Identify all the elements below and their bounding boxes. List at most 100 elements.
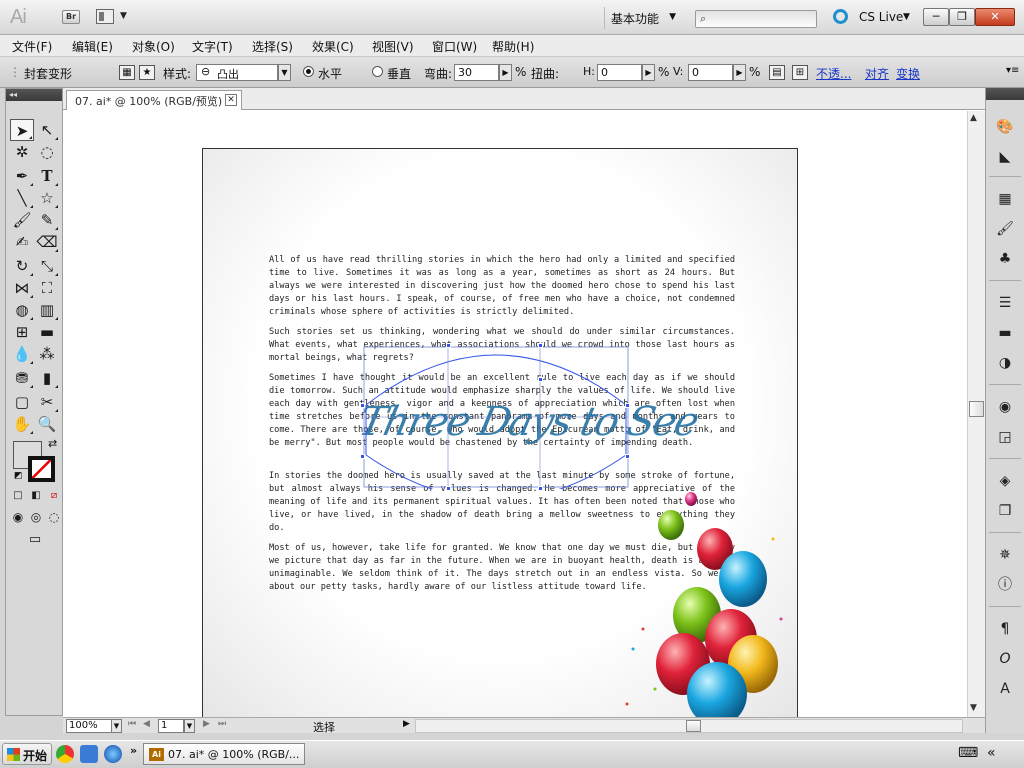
horizontal-distort-stepper[interactable]: ▶ — [642, 64, 655, 81]
screen-mode-icon[interactable]: ▭ — [22, 531, 48, 549]
artboard-tool-icon[interactable]: ▢ — [10, 391, 34, 413]
line-segment-tool-icon[interactable]: ╲ — [10, 187, 34, 209]
pencil-tool-icon[interactable]: ✎ — [35, 209, 59, 231]
zoom-dropdown-arrow[interactable]: ▼ — [111, 719, 122, 733]
anchor-point[interactable] — [538, 486, 543, 491]
symbol-sprayer-tool-icon[interactable]: ⛃ — [10, 367, 34, 389]
zoom-level-field[interactable]: 100% — [66, 719, 112, 733]
internet-explorer-icon[interactable] — [104, 745, 122, 763]
menu-type[interactable]: 文字(T) — [192, 38, 233, 55]
menu-view[interactable]: 视图(V) — [372, 38, 414, 55]
slice-tool-icon[interactable]: ✂ — [35, 391, 59, 413]
edit-envelope-icon[interactable]: ▦ — [119, 65, 135, 80]
bend-input[interactable]: 30 — [454, 64, 499, 81]
perspective-grid-tool-icon[interactable]: ▥ — [35, 299, 59, 321]
previous-artboard-icon[interactable]: ◀ — [143, 719, 150, 729]
default-fill-stroke-icon[interactable]: ◩ — [14, 471, 23, 481]
stroke-panel-icon[interactable]: ☰ — [992, 292, 1018, 314]
balloons-image[interactable] — [603, 479, 798, 717]
cs-live-menu[interactable]: CS Live ▼ — [833, 8, 913, 28]
draw-inside-icon[interactable]: ◌ — [46, 509, 62, 525]
direct-selection-tool-icon[interactable]: ↖ — [35, 119, 59, 141]
width-tool-icon[interactable]: ⋈ — [10, 277, 34, 299]
scroll-thumb[interactable] — [969, 401, 984, 417]
anchor-point[interactable] — [446, 486, 451, 491]
star-tool-icon[interactable]: ☆ — [35, 187, 59, 209]
character-panel-icon[interactable]: A — [992, 678, 1018, 700]
document-tab[interactable]: 07. ai* @ 100% (RGB/预览) ✕ — [66, 90, 242, 110]
artboard-dropdown-arrow[interactable]: ▼ — [184, 719, 195, 733]
free-transform-tool-icon[interactable]: ⛶ — [35, 277, 59, 299]
go-to-bridge-button[interactable]: Br — [62, 10, 80, 24]
align-link[interactable]: 对齐 — [865, 65, 889, 82]
taskbar-item-illustrator[interactable]: Ai 07. ai* @ 100% (RGB/... — [143, 743, 305, 765]
shape-builder-tool-icon[interactable]: ◍ — [10, 299, 34, 321]
type-tool-icon[interactable]: T — [35, 165, 59, 187]
close-button[interactable]: ✕ — [975, 8, 1015, 26]
artboards-panel-icon[interactable]: ❐ — [992, 500, 1018, 522]
last-artboard-icon[interactable]: ⏭ — [218, 719, 226, 729]
app-quicklaunch-icon[interactable] — [80, 745, 98, 763]
graphic-styles-icon[interactable]: ◲ — [992, 426, 1018, 448]
eraser-tool-icon[interactable]: ⌫ — [35, 231, 59, 253]
zoom-tool-icon[interactable]: 🔍 — [35, 413, 59, 435]
canvas[interactable]: All of us have read thrilling stories in… — [63, 111, 967, 717]
workspace-switcher[interactable]: 基本功能 ▼ — [604, 7, 682, 29]
navigator-panel-icon[interactable]: ✵ — [992, 544, 1018, 566]
search-help-input[interactable]: ⌕ — [695, 10, 817, 28]
hand-tool-icon[interactable]: ✋ — [10, 413, 34, 435]
panel-dock-header[interactable] — [986, 88, 1024, 100]
scroll-down-icon[interactable]: ▼ — [970, 703, 977, 713]
scale-tool-icon[interactable]: ⤡ — [35, 255, 59, 277]
next-artboard-icon[interactable]: ▶ — [203, 719, 210, 729]
symbols-panel-icon[interactable]: ♣ — [992, 248, 1018, 270]
start-button[interactable]: 开始 — [2, 743, 52, 765]
vertical-distort-stepper[interactable]: ▶ — [733, 64, 746, 81]
selection-tool-icon[interactable]: ➤ — [10, 119, 34, 141]
menu-object[interactable]: 对象(O) — [132, 38, 175, 55]
info-panel-icon[interactable]: ⓘ — [992, 574, 1018, 596]
first-artboard-icon[interactable]: ⏮ — [128, 719, 136, 729]
menu-effect[interactable]: 效果(C) — [312, 38, 354, 55]
arrange-documents-button[interactable]: ▼ — [96, 9, 130, 25]
anchor-point[interactable] — [446, 343, 451, 348]
scroll-up-icon[interactable]: ▲ — [970, 113, 977, 123]
horizontal-distort-input[interactable]: 0 — [597, 64, 642, 81]
draw-normal-icon[interactable]: ◉ — [10, 509, 26, 525]
artboard[interactable]: All of us have read thrilling stories in… — [202, 148, 798, 717]
tray-expand-icon[interactable]: « — [987, 745, 996, 761]
chrome-icon[interactable] — [56, 745, 74, 763]
bend-stepper[interactable]: ▶ — [499, 64, 512, 81]
menu-select[interactable]: 选择(S) — [252, 38, 293, 55]
brushes-panel-icon[interactable]: 🖌 — [992, 218, 1018, 240]
lasso-tool-icon[interactable]: ◌ — [35, 141, 59, 163]
color-guide-icon[interactable]: ◣ — [992, 146, 1018, 168]
color-mode-icon[interactable]: □ — [10, 489, 26, 503]
gradient-tool-icon[interactable]: ▬ — [35, 321, 59, 343]
anchor-point[interactable] — [625, 403, 630, 408]
none-mode-icon[interactable]: ⧄ — [46, 489, 62, 503]
artboard-number-field[interactable]: 1 — [158, 719, 184, 733]
vertical-radio[interactable] — [372, 66, 383, 77]
paintbrush-tool-icon[interactable]: 🖌 — [10, 209, 34, 231]
menu-edit[interactable]: 编辑(E) — [72, 38, 113, 55]
paragraph-1[interactable]: All of us have read thrilling stories in… — [269, 254, 735, 319]
rotate-tool-icon[interactable]: ↻ — [10, 255, 34, 277]
opacity-link[interactable]: 不透... — [816, 65, 851, 82]
envelope-mesh[interactable] — [362, 345, 630, 489]
minimize-button[interactable]: ─ — [923, 8, 949, 26]
draw-behind-icon[interactable]: ◎ — [28, 509, 44, 525]
anchor-point[interactable] — [360, 403, 365, 408]
appearance-panel-icon[interactable]: ◉ — [992, 396, 1018, 418]
anchor-point[interactable] — [625, 454, 630, 459]
horizontal-radio[interactable] — [303, 66, 314, 77]
envelope-options-icon[interactable]: ▤ — [769, 65, 785, 80]
style-dropdown-arrow[interactable]: ▼ — [278, 64, 291, 81]
menu-file[interactable]: 文件(F) — [12, 38, 52, 55]
menu-window[interactable]: 窗口(W) — [432, 38, 477, 55]
close-icon[interactable]: ✕ — [225, 94, 237, 106]
blend-tool-icon[interactable]: ⁂ — [35, 343, 59, 365]
quicklaunch-overflow-icon[interactable]: » — [130, 744, 137, 757]
status-menu-arrow[interactable]: ▶ — [403, 719, 410, 729]
transform-link[interactable]: 变换 — [896, 65, 920, 82]
